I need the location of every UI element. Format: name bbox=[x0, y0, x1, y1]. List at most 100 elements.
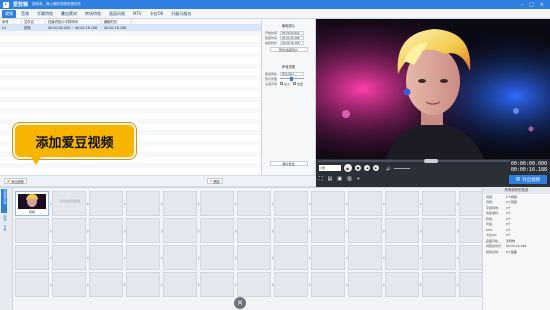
empty-slot[interactable] bbox=[235, 245, 271, 270]
tab-karaoke[interactable]: 卡拉OK bbox=[147, 10, 167, 18]
empty-slot[interactable] bbox=[383, 245, 419, 270]
delete-button[interactable]: ✕ 删除 bbox=[206, 178, 223, 184]
empty-slot[interactable] bbox=[15, 272, 49, 297]
col-range: 在最终影片中的时间 bbox=[46, 19, 102, 24]
info-value: 0个 bbox=[506, 222, 511, 227]
prev-button[interactable]: ◀ bbox=[364, 165, 370, 171]
duration-field: 00:00:16.188 bbox=[280, 40, 304, 45]
empty-slot[interactable] bbox=[346, 218, 382, 243]
empty-slot[interactable] bbox=[309, 272, 345, 297]
tab-audio[interactable]: 音频 bbox=[18, 10, 32, 18]
tab-video[interactable]: 视频 bbox=[2, 9, 16, 18]
empty-slot[interactable] bbox=[309, 191, 345, 216]
empty-slot[interactable] bbox=[235, 272, 271, 297]
stop-button[interactable]: ■ bbox=[355, 165, 361, 171]
empty-slot[interactable] bbox=[198, 245, 234, 270]
empty-slot[interactable] bbox=[161, 191, 197, 216]
empty-slot[interactable] bbox=[309, 218, 345, 243]
close-icon[interactable]: × bbox=[540, 2, 544, 8]
folder-icon[interactable]: ▤ bbox=[328, 176, 333, 182]
end-time-field[interactable]: 00:00:16.188 bbox=[280, 35, 304, 40]
tab-overlay[interactable]: 叠加素材 bbox=[58, 10, 80, 18]
empty-slot[interactable] bbox=[15, 245, 49, 270]
clip-duration: 00:00:16.188 bbox=[104, 25, 127, 30]
empty-slot[interactable] bbox=[161, 218, 197, 243]
audio-section-title: 声音设置 bbox=[281, 65, 296, 69]
tab-mtv[interactable]: MTV bbox=[130, 10, 145, 17]
collapse-icon[interactable]: × bbox=[234, 297, 246, 309]
empty-slot[interactable] bbox=[272, 218, 308, 243]
speed-field[interactable]: 1倍 bbox=[319, 165, 341, 171]
empty-slot[interactable] bbox=[235, 191, 271, 216]
empty-slot[interactable] bbox=[50, 218, 86, 243]
empty-slot[interactable] bbox=[87, 218, 123, 243]
confirm-button[interactable]: 确认修改 bbox=[269, 161, 308, 166]
empty-slot[interactable] bbox=[15, 218, 49, 243]
tab-subtitles[interactable]: 字幕特效 bbox=[34, 10, 56, 18]
empty-slot[interactable] bbox=[383, 272, 419, 297]
empty-slot[interactable] bbox=[87, 191, 123, 216]
fullscreen-icon[interactable]: ⛶ bbox=[319, 176, 323, 182]
side-tab-subtitle[interactable]: 字幕 bbox=[1, 225, 7, 233]
side-tab-audio[interactable]: 音频 bbox=[1, 215, 7, 223]
info-value: 无特效 bbox=[506, 238, 516, 243]
volume-slider[interactable] bbox=[280, 76, 304, 81]
tab-upgrade[interactable]: 升级与服务 bbox=[168, 10, 194, 18]
film-icon[interactable]: ▥ bbox=[347, 176, 352, 182]
start-time-field[interactable]: 00:00:00.000 bbox=[280, 30, 304, 35]
empty-slot[interactable] bbox=[124, 218, 160, 243]
empty-slot[interactable] bbox=[87, 245, 123, 270]
empty-slot[interactable] bbox=[346, 191, 382, 216]
snapshot-icon[interactable]: ▣ bbox=[337, 176, 342, 182]
maximize-icon[interactable]: □ bbox=[529, 2, 534, 8]
export-button[interactable]: ▤ 导出视频 bbox=[509, 175, 547, 184]
fade-out-checkbox[interactable] bbox=[293, 82, 297, 85]
empty-slot[interactable] bbox=[124, 191, 160, 216]
empty-slot[interactable] bbox=[383, 191, 419, 216]
empty-slot[interactable] bbox=[309, 245, 345, 270]
empty-slot[interactable] bbox=[198, 272, 234, 297]
volume-slider-handle[interactable] bbox=[290, 76, 293, 81]
progress-handle[interactable] bbox=[424, 159, 438, 163]
volume-icon[interactable]: 🔊 bbox=[386, 166, 391, 171]
volume-label: 原片音量 bbox=[265, 76, 278, 81]
empty-slot[interactable] bbox=[124, 272, 160, 297]
empty-slot[interactable] bbox=[346, 245, 382, 270]
empty-slot[interactable] bbox=[198, 218, 234, 243]
tab-transitions[interactable]: 转场特效 bbox=[82, 10, 104, 18]
empty-slot[interactable] bbox=[383, 218, 419, 243]
empty-slot[interactable] bbox=[87, 272, 123, 297]
player-volume-slider[interactable] bbox=[393, 167, 410, 169]
empty-slot[interactable] bbox=[420, 191, 456, 216]
side-tab-clips[interactable]: 已添加片段 bbox=[1, 189, 7, 213]
empty-slot[interactable] bbox=[420, 272, 456, 297]
empty-slot[interactable] bbox=[198, 191, 234, 216]
empty-slot[interactable] bbox=[420, 218, 456, 243]
empty-slot[interactable] bbox=[50, 245, 86, 270]
empty-slot[interactable]: 双击此处添加视频 bbox=[50, 191, 86, 216]
empty-slot[interactable] bbox=[161, 272, 197, 297]
empty-slot[interactable] bbox=[272, 272, 308, 297]
empty-slot[interactable] bbox=[272, 191, 308, 216]
fade-out-label: 淡出 bbox=[297, 81, 304, 86]
empty-slot[interactable] bbox=[420, 245, 456, 270]
track-select[interactable]: 原片音轨1 bbox=[280, 71, 304, 76]
empty-slot[interactable] bbox=[235, 218, 271, 243]
precise-cut-button[interactable]: 预览/截取原片 bbox=[269, 47, 308, 52]
share-icon[interactable]: ⋄ bbox=[357, 176, 360, 182]
play-button[interactable]: ▶ bbox=[344, 164, 352, 172]
tab-style[interactable]: 画面风格 bbox=[106, 10, 128, 18]
empty-slot[interactable] bbox=[50, 272, 86, 297]
next-button[interactable]: ▶ bbox=[373, 165, 379, 171]
fade-in-checkbox[interactable] bbox=[280, 82, 283, 85]
add-video-button[interactable]: ▣ 添加视频 bbox=[4, 178, 27, 184]
empty-slot[interactable] bbox=[272, 245, 308, 270]
clip-thumbnail[interactable]: 视频 bbox=[15, 191, 49, 216]
empty-slot[interactable] bbox=[346, 272, 382, 297]
empty-slot[interactable] bbox=[124, 245, 160, 270]
empty-slot[interactable] bbox=[161, 245, 197, 270]
title-bar: 爱剪辑 超简单、最火爆的视频剪辑软件 – □ × bbox=[0, 0, 550, 9]
progress-bar[interactable] bbox=[318, 159, 510, 163]
minimize-icon[interactable]: – bbox=[521, 2, 524, 8]
duration-label: 截取时长 bbox=[265, 40, 278, 45]
